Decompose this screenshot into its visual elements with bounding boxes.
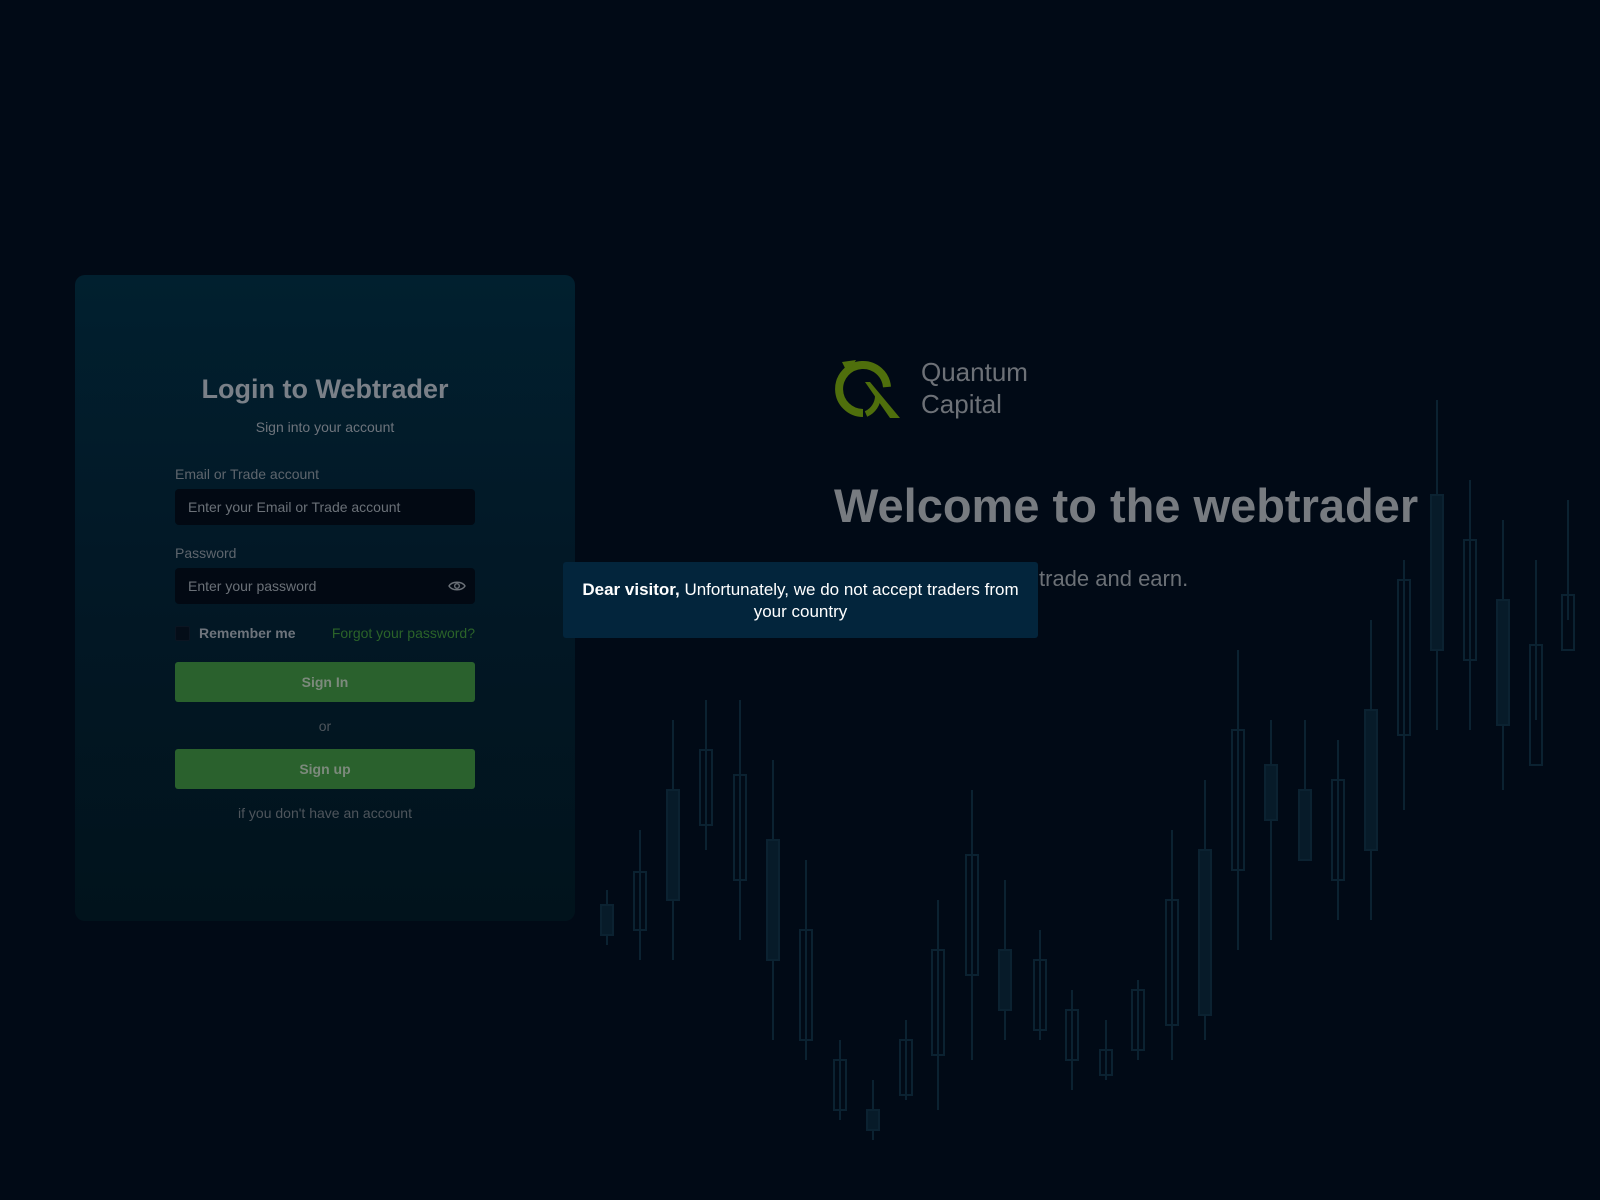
email-input[interactable] <box>175 489 475 525</box>
country-restriction-notice: Dear visitor, Unfortunately, we do not a… <box>563 562 1038 638</box>
login-title: Login to Webtrader <box>201 374 449 404</box>
candle-body <box>766 839 780 961</box>
candle-body <box>666 789 680 901</box>
brand-line-2: Capital <box>921 389 1002 419</box>
or-divider: or <box>318 718 332 734</box>
email-label: Email or Trade account <box>175 466 319 482</box>
remember-me-label[interactable]: Remember me <box>199 625 296 641</box>
password-label: Password <box>175 545 237 561</box>
login-card: Login to Webtrader Sign into your accoun… <box>75 275 575 921</box>
candle-body <box>600 904 614 936</box>
password-input[interactable] <box>175 568 475 604</box>
page: Login to Webtrader Sign into your accoun… <box>0 0 1600 1200</box>
candle-body <box>866 1109 880 1131</box>
quantum-logo-icon <box>835 360 900 418</box>
notice-message: Unfortunately, we do not accept traders … <box>684 580 1019 621</box>
candle-body <box>1496 599 1510 726</box>
candle-body <box>1430 494 1444 651</box>
sign-in-button[interactable]: Sign In <box>175 662 475 702</box>
welcome-heading: Welcome to the webtrader <box>834 479 1419 532</box>
login-subtitle: Sign into your account <box>255 419 395 435</box>
forgot-password-link[interactable]: Forgot your password? <box>332 625 475 641</box>
candle-body <box>1198 849 1212 1016</box>
candle-body <box>1264 764 1278 821</box>
sign-up-button[interactable]: Sign up <box>175 749 475 789</box>
candle-body <box>1298 789 1312 861</box>
no-account-text: if you don't have an account <box>238 805 412 821</box>
tagline: trade and earn. <box>1039 566 1189 591</box>
brand-name: Quantum Capital <box>921 356 1028 420</box>
candle-body <box>998 949 1012 1011</box>
remember-me-checkbox[interactable] <box>175 626 190 641</box>
eye-icon[interactable] <box>448 580 466 592</box>
brand-line-1: Quantum <box>921 357 1028 387</box>
brand-logo: Quantum Capital <box>832 354 1072 424</box>
notice-greeting: Dear visitor, <box>582 580 685 599</box>
candle-body <box>1364 709 1378 851</box>
